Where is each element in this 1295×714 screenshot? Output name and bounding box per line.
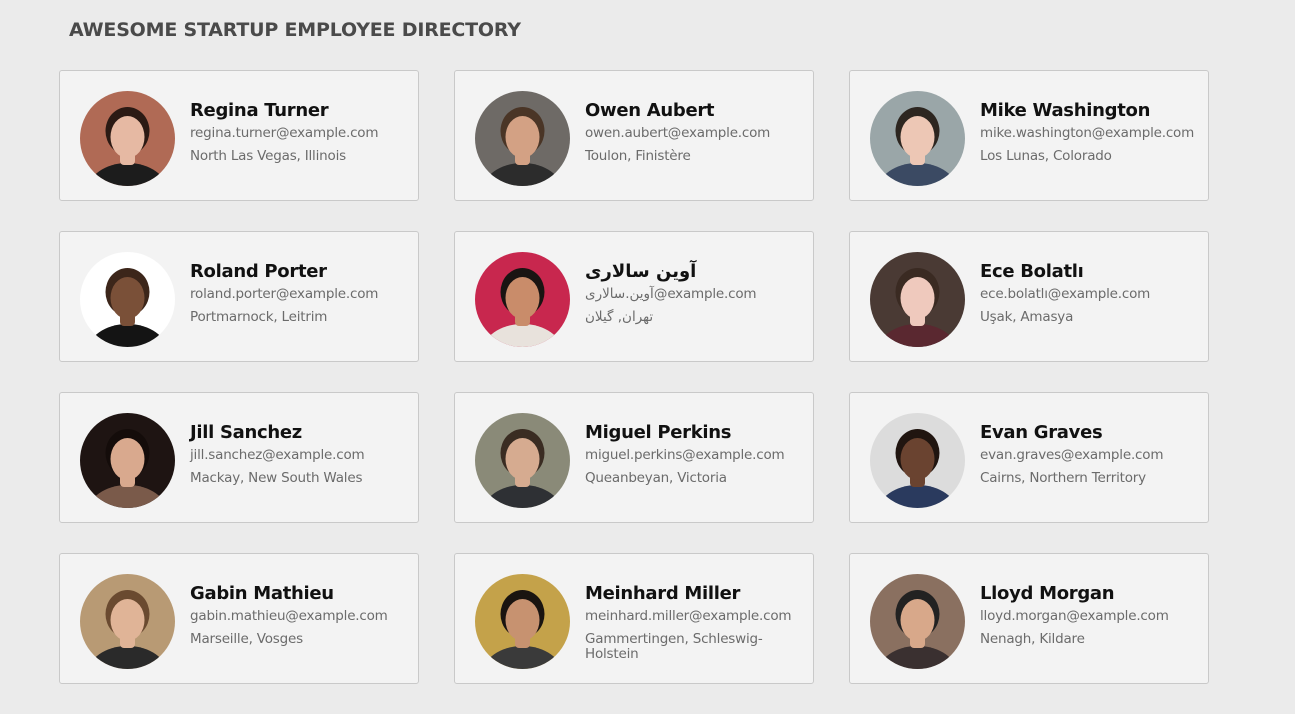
employee-email: miguel.perkins@example.com: [585, 447, 785, 463]
employee-name: آوین سالاری: [585, 261, 697, 282]
employee-avatar: [475, 91, 570, 186]
employee-avatar: [870, 574, 965, 669]
employee-name: Miguel Perkins: [585, 422, 732, 443]
employee-name: Mike Washington: [980, 100, 1151, 121]
employee-avatar: [80, 574, 175, 669]
employee-avatar: [80, 91, 175, 186]
employee-location: Toulon, Finistère: [585, 148, 691, 164]
employee-card[interactable]: Regina Turner regina.turner@example.com …: [59, 70, 419, 201]
employee-location: Cairns, Northern Territory: [980, 470, 1146, 486]
employee-card[interactable]: Gabin Mathieu gabin.mathieu@example.com …: [59, 553, 419, 684]
avatar-photo: [475, 91, 570, 186]
avatar-photo: [870, 413, 965, 508]
employee-avatar: [475, 574, 570, 669]
employee-name: Ece Bolatlı: [980, 261, 1084, 282]
employee-location: Queanbeyan, Victoria: [585, 470, 727, 486]
employee-avatar: [475, 413, 570, 508]
employee-gallery: Regina Turner regina.turner@example.com …: [59, 70, 1209, 684]
page-title: AWESOME STARTUP EMPLOYEE DIRECTORY: [69, 19, 521, 41]
avatar-photo: [475, 252, 570, 347]
employee-card[interactable]: Jill Sanchez jill.sanchez@example.com Ma…: [59, 392, 419, 523]
employee-location: Marseille, Vosges: [190, 631, 303, 647]
employee-email: آوین.سالاری@example.com: [585, 286, 757, 302]
employee-location: Los Lunas, Colorado: [980, 148, 1112, 164]
employee-email: meinhard.miller@example.com: [585, 608, 792, 624]
employee-email: mike.washington@example.com: [980, 125, 1195, 141]
avatar-photo: [80, 574, 175, 669]
employee-email: regina.turner@example.com: [190, 125, 379, 141]
employee-email: ece.bolatlı@example.com: [980, 286, 1151, 302]
employee-email: owen.aubert@example.com: [585, 125, 771, 141]
employee-name: Regina Turner: [190, 100, 329, 121]
employee-avatar: [870, 413, 965, 508]
employee-location: Uşak, Amasya: [980, 309, 1074, 325]
employee-name: Evan Graves: [980, 422, 1103, 443]
employee-card[interactable]: Lloyd Morgan lloyd.morgan@example.com Ne…: [849, 553, 1209, 684]
employee-location: North Las Vegas, Illinois: [190, 148, 346, 164]
employee-avatar: [870, 91, 965, 186]
avatar-photo: [870, 91, 965, 186]
employee-email: jill.sanchez@example.com: [190, 447, 365, 463]
avatar-photo: [870, 252, 965, 347]
employee-card[interactable]: Mike Washington mike.washington@example.…: [849, 70, 1209, 201]
employee-name: Roland Porter: [190, 261, 327, 282]
employee-email: lloyd.morgan@example.com: [980, 608, 1169, 624]
employee-email: evan.graves@example.com: [980, 447, 1164, 463]
avatar-photo: [475, 574, 570, 669]
employee-email: roland.porter@example.com: [190, 286, 379, 302]
employee-name: Gabin Mathieu: [190, 583, 334, 604]
employee-location: تهران, گیلان: [585, 309, 654, 325]
employee-avatar: [80, 252, 175, 347]
avatar-photo: [80, 91, 175, 186]
employee-email: gabin.mathieu@example.com: [190, 608, 388, 624]
employee-location: Portmarnock, Leitrim: [190, 309, 328, 325]
employee-card[interactable]: Owen Aubert owen.aubert@example.com Toul…: [454, 70, 814, 201]
employee-location: Gammertingen, Schleswig-Holstein: [585, 631, 763, 662]
avatar-photo: [870, 574, 965, 669]
employee-card[interactable]: آوین سالاری آوین.سالاری@example.com تهرا…: [454, 231, 814, 362]
employee-name: Meinhard Miller: [585, 583, 741, 604]
employee-avatar: [475, 252, 570, 347]
employee-name: Owen Aubert: [585, 100, 715, 121]
employee-card[interactable]: Meinhard Miller meinhard.miller@example.…: [454, 553, 814, 684]
avatar-photo: [80, 413, 175, 508]
employee-card[interactable]: Evan Graves evan.graves@example.com Cair…: [849, 392, 1209, 523]
employee-card[interactable]: Miguel Perkins miguel.perkins@example.co…: [454, 392, 814, 523]
employee-location: Nenagh, Kildare: [980, 631, 1085, 647]
employee-name: Jill Sanchez: [190, 422, 302, 443]
avatar-photo: [80, 252, 175, 347]
employee-card[interactable]: Roland Porter roland.porter@example.com …: [59, 231, 419, 362]
employee-avatar: [80, 413, 175, 508]
employee-avatar: [870, 252, 965, 347]
employee-card[interactable]: Ece Bolatlı ece.bolatlı@example.com Uşak…: [849, 231, 1209, 362]
employee-location: Mackay, New South Wales: [190, 470, 363, 486]
employee-name: Lloyd Morgan: [980, 583, 1115, 604]
avatar-photo: [475, 413, 570, 508]
